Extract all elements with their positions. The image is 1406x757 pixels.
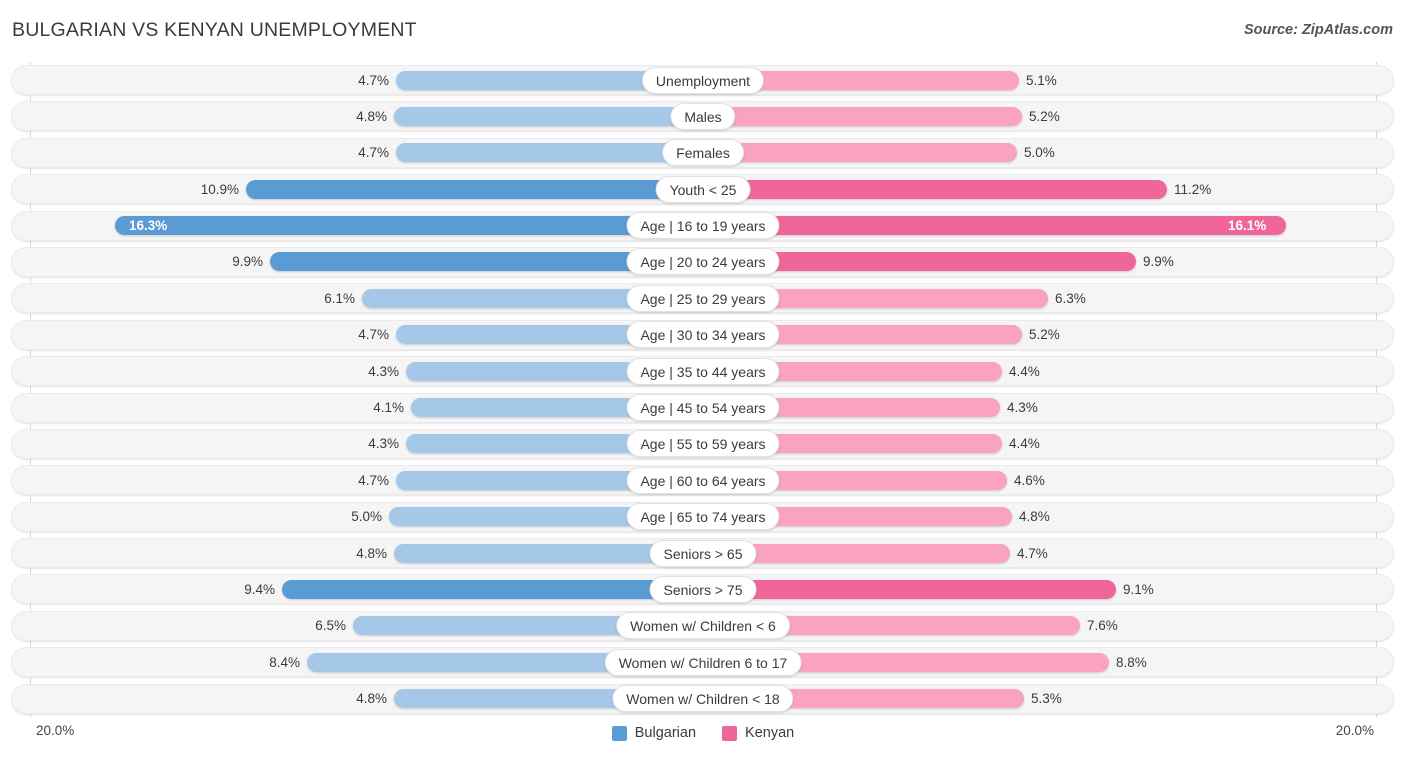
category-label: Age | 35 to 44 years	[626, 357, 780, 385]
legend-label: Kenyan	[745, 725, 795, 741]
value-label-kenyan: 11.2%	[1174, 181, 1212, 197]
value-label-bulgarian: 4.7%	[358, 327, 389, 343]
category-label: Age | 25 to 29 years	[626, 284, 780, 312]
category-label: Women w/ Children 6 to 17	[604, 648, 802, 676]
bar-kenyan	[703, 179, 1167, 199]
value-label-kenyan: 5.2%	[1029, 327, 1060, 343]
chart-row: 10.9% 11.2% Youth < 25	[0, 171, 1406, 207]
chart-page: BULGARIAN VS KENYAN UNEMPLOYMENT Source:…	[0, 0, 1406, 757]
value-label-kenyan: 5.2%	[1029, 108, 1060, 124]
value-label-kenyan: 4.4%	[1009, 363, 1040, 379]
value-label-kenyan: 5.3%	[1031, 691, 1062, 707]
bar-bulgarian	[396, 143, 703, 163]
value-label-kenyan: 4.7%	[1017, 545, 1048, 561]
value-label-bulgarian: 4.3%	[368, 436, 399, 452]
chart-row: 9.4% 9.1% Seniors > 75	[0, 571, 1406, 607]
chart-row: 4.3% 4.4% Age | 35 to 44 years	[0, 353, 1406, 389]
value-label-bulgarian: 6.5%	[315, 618, 346, 634]
value-label-bulgarian: 16.3%	[129, 218, 168, 234]
value-label-kenyan: 5.0%	[1024, 145, 1055, 161]
chart-legend: Bulgarian Kenyan	[0, 725, 1406, 741]
legend-swatch	[611, 725, 627, 741]
category-label: Age | 20 to 24 years	[626, 248, 780, 276]
bar-kenyan	[703, 579, 1116, 599]
value-label-bulgarian: 8.4%	[269, 654, 300, 670]
chart-row: 4.3% 4.4% Age | 55 to 59 years	[0, 426, 1406, 462]
value-label-bulgarian: 5.0%	[351, 509, 382, 525]
chart-header: BULGARIAN VS KENYAN UNEMPLOYMENT Source:…	[0, 0, 1406, 62]
category-label: Age | 55 to 59 years	[626, 430, 780, 458]
chart-row: 16.3% 16.1% Age | 16 to 19 years	[0, 208, 1406, 244]
value-label-kenyan: 8.8%	[1116, 654, 1147, 670]
value-label-bulgarian: 4.7%	[358, 472, 389, 488]
chart-row: 6.5% 7.6% Women w/ Children < 6	[0, 608, 1406, 644]
value-label-bulgarian: 4.7%	[358, 145, 389, 161]
value-label-kenyan: 7.6%	[1087, 618, 1118, 634]
source-attribution: Source: ZipAtlas.com	[1243, 22, 1393, 38]
bar-bulgarian	[115, 216, 703, 236]
category-label: Age | 60 to 64 years	[626, 466, 780, 494]
bar-bulgarian	[246, 179, 703, 199]
chart-rows: 4.7% 5.1% Unemployment 4.8% 5.2% Males 4.7% 5.0…	[0, 62, 1406, 717]
bar-kenyan	[703, 106, 1022, 126]
value-label-kenyan: 9.9%	[1143, 254, 1174, 270]
page-title: BULGARIAN VS KENYAN UNEMPLOYMENT	[12, 19, 417, 41]
value-label-kenyan: 4.3%	[1007, 400, 1038, 416]
value-label-bulgarian: 4.7%	[358, 72, 389, 88]
chart-row: 8.4% 8.8% Women w/ Children 6 to 17	[0, 644, 1406, 680]
category-label: Females	[662, 139, 744, 167]
chart-row: 4.1% 4.3% Age | 45 to 54 years	[0, 390, 1406, 426]
value-label-bulgarian: 4.1%	[373, 400, 404, 416]
value-label-kenyan: 4.4%	[1009, 436, 1040, 452]
value-label-bulgarian: 9.4%	[244, 581, 275, 597]
chart-row: 4.7% 5.2% Age | 30 to 34 years	[0, 317, 1406, 353]
value-label-bulgarian: 4.8%	[356, 691, 387, 707]
value-label-bulgarian: 4.8%	[356, 545, 387, 561]
chart-row: 4.7% 5.1% Unemployment	[0, 62, 1406, 98]
value-label-bulgarian: 4.8%	[356, 108, 387, 124]
value-label-bulgarian: 4.3%	[368, 363, 399, 379]
value-label-kenyan: 5.1%	[1026, 72, 1057, 88]
category-label: Age | 65 to 74 years	[626, 503, 780, 531]
legend-item: Bulgarian	[611, 725, 697, 741]
value-label-kenyan: 9.1%	[1123, 581, 1154, 597]
category-label: Women w/ Children < 6	[616, 612, 790, 640]
category-label: Women w/ Children < 18	[612, 685, 794, 713]
chart-plot-area: 4.7% 5.1% Unemployment 4.8% 5.2% Males 4.7% 5.0…	[0, 62, 1406, 717]
value-label-bulgarian: 9.9%	[232, 254, 263, 270]
category-label: Age | 16 to 19 years	[626, 212, 780, 240]
bar-kenyan	[703, 216, 1286, 236]
category-label: Age | 45 to 54 years	[626, 394, 780, 422]
category-label: Seniors > 65	[649, 539, 757, 567]
value-label-kenyan: 4.8%	[1019, 509, 1050, 525]
chart-row: 4.7% 5.0% Females	[0, 135, 1406, 171]
chart-row: 9.9% 9.9% Age | 20 to 24 years	[0, 244, 1406, 280]
category-label: Age | 30 to 34 years	[626, 321, 780, 349]
category-label: Youth < 25	[655, 175, 751, 203]
value-label-kenyan: 6.3%	[1055, 290, 1086, 306]
bar-bulgarian	[394, 106, 703, 126]
chart-row: 4.8% 5.3% Women w/ Children < 18	[0, 681, 1406, 717]
chart-row: 4.8% 4.7% Seniors > 65	[0, 535, 1406, 571]
bar-kenyan	[703, 143, 1017, 163]
bar-bulgarian	[282, 579, 703, 599]
legend-item: Kenyan	[722, 725, 794, 741]
category-label: Unemployment	[641, 66, 765, 94]
value-label-kenyan: 4.6%	[1014, 472, 1045, 488]
value-label-bulgarian: 6.1%	[324, 290, 355, 306]
chart-row: 4.8% 5.2% Males	[0, 98, 1406, 134]
category-label: Males	[670, 102, 736, 130]
value-label-kenyan: 16.1%	[1228, 218, 1267, 234]
chart-row: 5.0% 4.8% Age | 65 to 74 years	[0, 499, 1406, 535]
chart-row: 6.1% 6.3% Age | 25 to 29 years	[0, 280, 1406, 316]
chart-footer: 20.0% 20.0% Bulgarian Kenyan	[0, 717, 1406, 757]
chart-row: 4.7% 4.6% Age | 60 to 64 years	[0, 462, 1406, 498]
category-label: Seniors > 75	[649, 575, 757, 603]
value-label-bulgarian: 10.9%	[200, 181, 239, 197]
legend-swatch	[722, 725, 738, 741]
legend-label: Bulgarian	[634, 725, 697, 741]
